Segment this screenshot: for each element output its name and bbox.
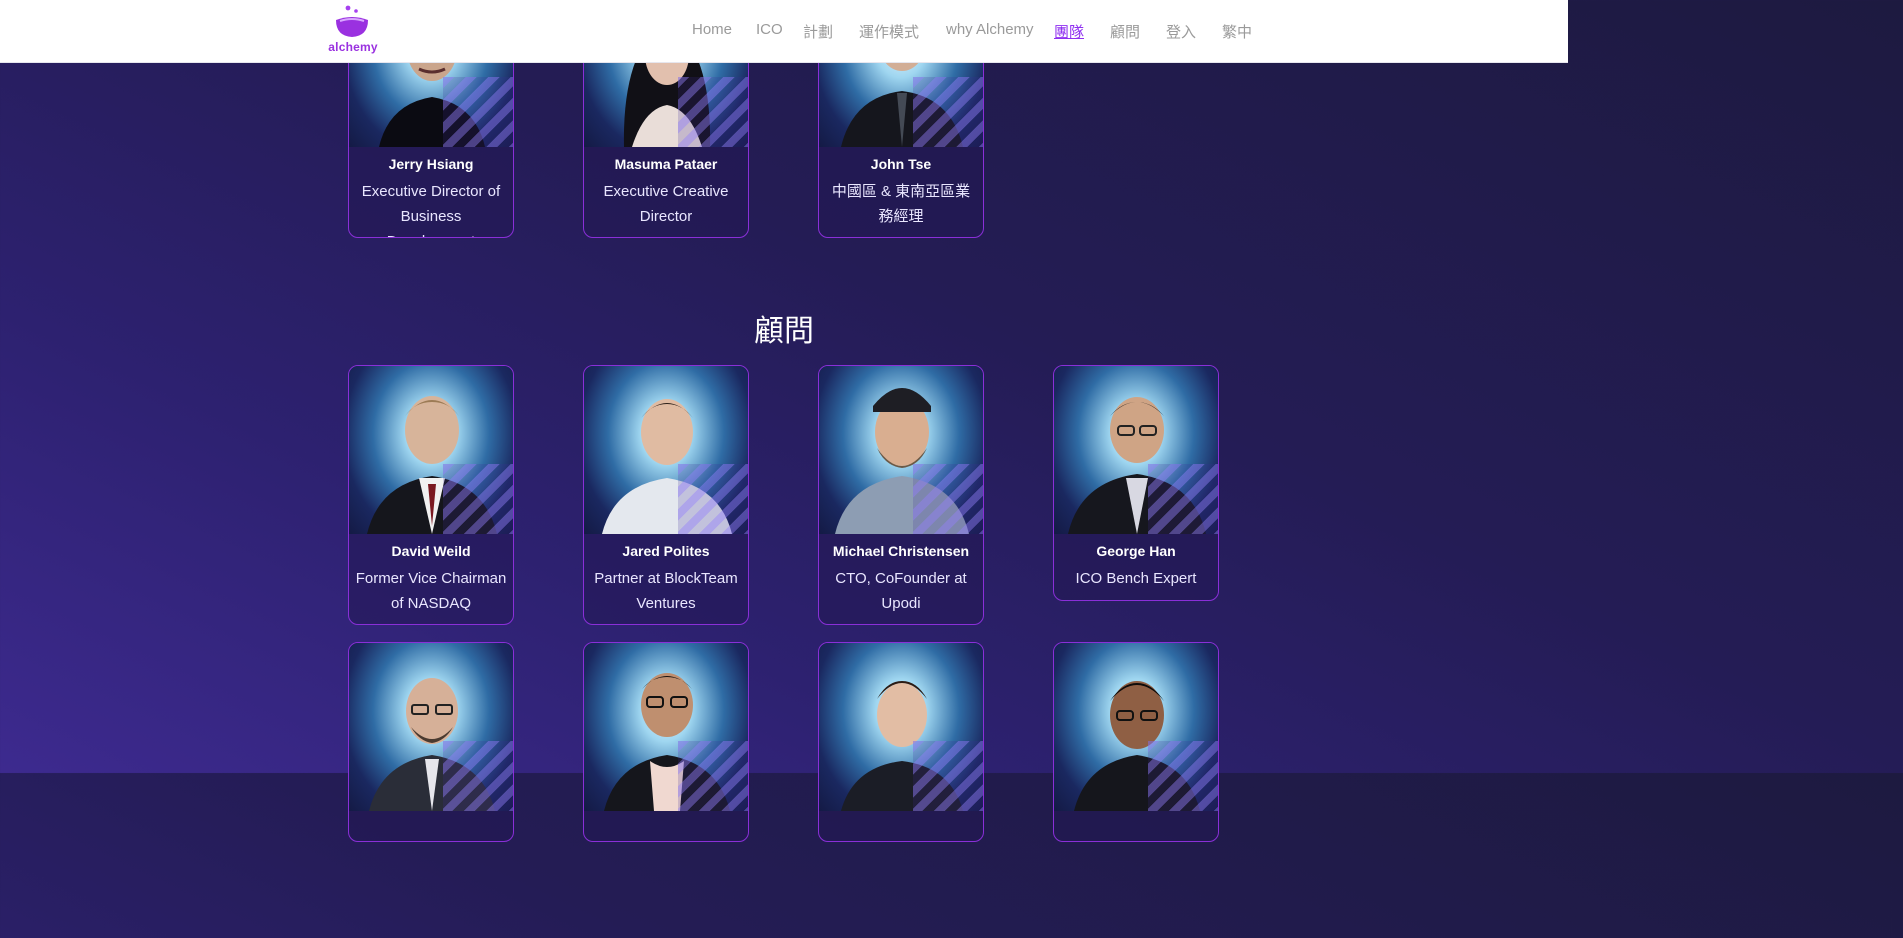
advisor-role: ICO Bench Expert bbox=[1075, 570, 1197, 587]
nav-advisors[interactable]: 顧問 bbox=[1110, 21, 1140, 42]
alchemy-logo[interactable]: alchemy bbox=[324, 4, 384, 56]
advisor-photo bbox=[349, 643, 513, 811]
nav-login[interactable]: 登入 bbox=[1166, 21, 1196, 42]
advisor-card: George Han ICO Bench Expert bbox=[1053, 365, 1219, 601]
flask-icon bbox=[336, 5, 368, 37]
member-role: 中國區 & 東南亞區業務經理 bbox=[831, 183, 971, 225]
member-name: John Tse bbox=[870, 156, 932, 172]
advisor-photo bbox=[1054, 366, 1218, 534]
advisor-card: Michael Christensen CTO, CoFounder at Up… bbox=[818, 365, 984, 625]
advisor-name: George Han bbox=[1096, 543, 1176, 559]
logo-text: alchemy bbox=[328, 40, 378, 54]
nav-why-alchemy[interactable]: why Alchemy bbox=[946, 21, 1034, 38]
advisor-role: Partner at BlockTeam Ventures bbox=[594, 570, 738, 612]
nav-home[interactable]: Home bbox=[692, 21, 732, 38]
member-role: Executive Creative Director bbox=[603, 183, 729, 225]
member-name: Jerry Hsiang bbox=[388, 156, 474, 172]
top-navigation-bar: alchemy Home ICO 計劃 運作模式 why Alchemy 團隊 … bbox=[0, 0, 1568, 63]
advisors-heading: 顧問 bbox=[754, 314, 814, 349]
nav-plan[interactable]: 計劃 bbox=[803, 21, 833, 42]
advisor-role: Former Vice Chairman of NASDAQ bbox=[355, 570, 507, 612]
advisor-card bbox=[818, 642, 984, 842]
advisor-photo bbox=[819, 366, 983, 534]
advisor-card bbox=[1053, 642, 1219, 842]
advisor-card bbox=[348, 642, 514, 842]
nav-language[interactable]: 繁中 bbox=[1222, 21, 1252, 42]
advisor-photo bbox=[584, 643, 748, 811]
nav-team[interactable]: 團隊 bbox=[1054, 21, 1084, 42]
advisor-photo bbox=[819, 643, 983, 811]
advisor-photo bbox=[349, 366, 513, 534]
advisor-card bbox=[583, 642, 749, 842]
advisor-role: CTO, CoFounder at Upodi bbox=[835, 570, 967, 612]
nav-ico[interactable]: ICO bbox=[756, 21, 783, 38]
advisor-photo bbox=[584, 366, 748, 534]
advisor-photo bbox=[1054, 643, 1218, 811]
member-name: Masuma Pataer bbox=[614, 156, 718, 172]
nav-operation-model[interactable]: 運作模式 bbox=[859, 21, 919, 42]
advisor-card: David Weild Former Vice Chairman of NASD… bbox=[348, 365, 514, 625]
advisor-name: Michael Christensen bbox=[832, 543, 970, 559]
advisor-name: David Weild bbox=[391, 543, 471, 559]
member-role: Executive Director of Business Developme… bbox=[361, 183, 501, 237]
advisor-card: Jared Polites Partner at BlockTeam Ventu… bbox=[583, 365, 749, 625]
advisor-name: Jared Polites bbox=[622, 543, 710, 559]
